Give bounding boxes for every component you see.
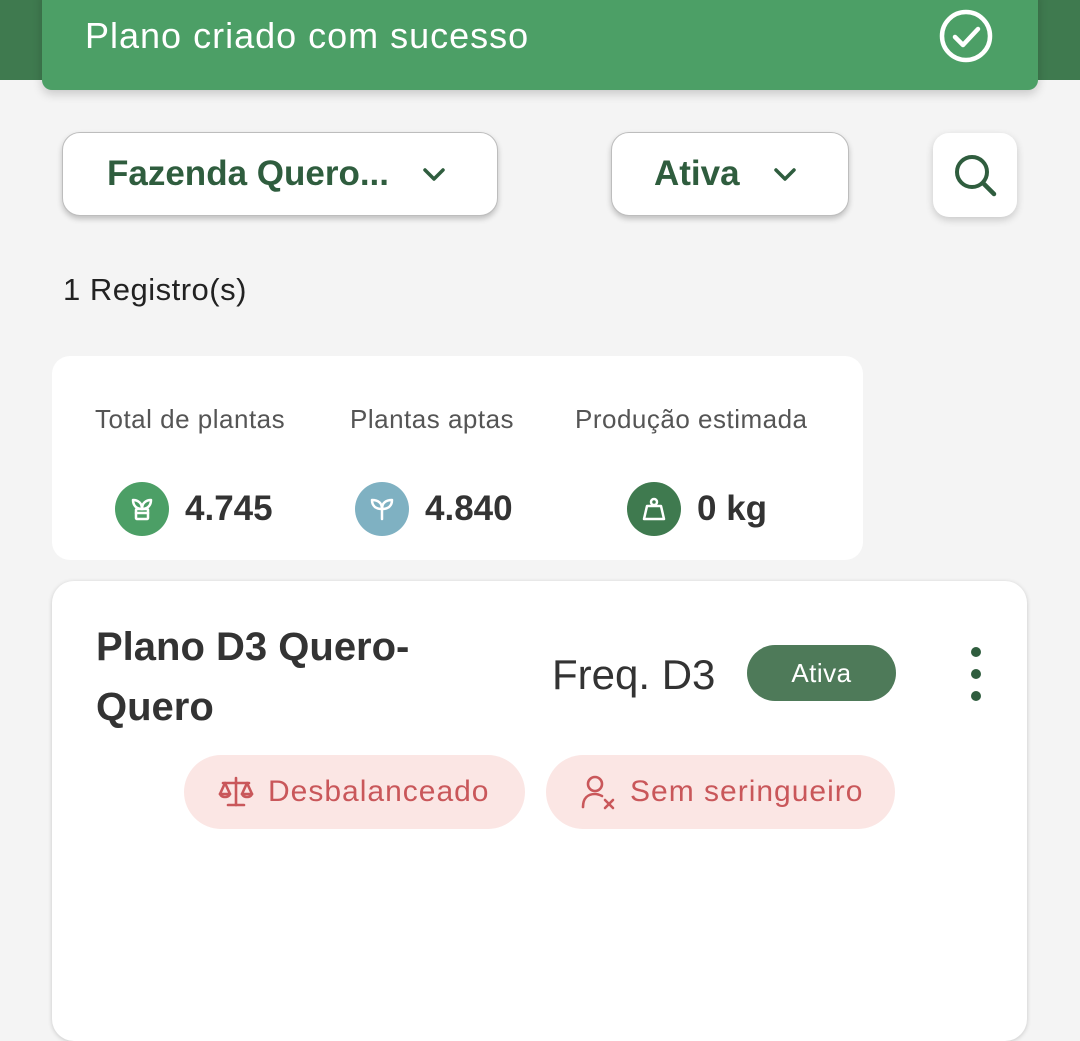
toast-message: Plano criado com sucesso [85, 15, 530, 56]
success-toast: Plano criado com sucesso [42, 0, 1038, 90]
plan-title: Plano D3 Quero-Quero [96, 625, 410, 729]
tag-unbalanced: Desbalanceado [184, 755, 525, 829]
plant-pot-icon [115, 482, 169, 536]
check-circle-icon[interactable] [938, 8, 994, 64]
tag-label: Sem seringueiro [630, 775, 864, 808]
search-button[interactable] [933, 133, 1017, 217]
scale-icon [216, 772, 256, 812]
stat-value: 4.745 [185, 489, 273, 528]
chevron-down-icon [770, 160, 800, 190]
user-x-icon [578, 772, 618, 812]
plan-frequency: Freq. D3 [552, 651, 716, 698]
status-filter-dropdown[interactable]: Ativa [611, 132, 849, 216]
weight-icon [627, 482, 681, 536]
status-badge: Ativa [747, 645, 896, 701]
tag-label: Desbalanceado [268, 775, 490, 808]
more-vertical-icon[interactable] [962, 647, 990, 701]
stat-label: Plantas aptas [350, 404, 515, 434]
records-count: 1 Registro(s) [63, 272, 247, 307]
stat-label: Produção estimada [575, 404, 808, 434]
farm-filter-value: Fazenda Quero... [107, 154, 389, 193]
summary-card: Total de plantas 4.745 Plantas aptas 4.8… [52, 356, 863, 560]
search-icon [951, 151, 999, 199]
chevron-down-icon [419, 160, 449, 190]
plan-card[interactable]: Plano D3 Quero-Quero Freq. D3 Ativa Desb… [52, 581, 1027, 1041]
tag-no-rubber-tapper: Sem seringueiro [546, 755, 895, 829]
stat-value: 4.840 [425, 489, 513, 528]
stat-value: 0 kg [697, 489, 768, 528]
farm-filter-dropdown[interactable]: Fazenda Quero... [62, 132, 498, 216]
sprout-icon [355, 482, 409, 536]
stat-label: Total de plantas [95, 404, 286, 434]
status-filter-value: Ativa [654, 154, 740, 193]
